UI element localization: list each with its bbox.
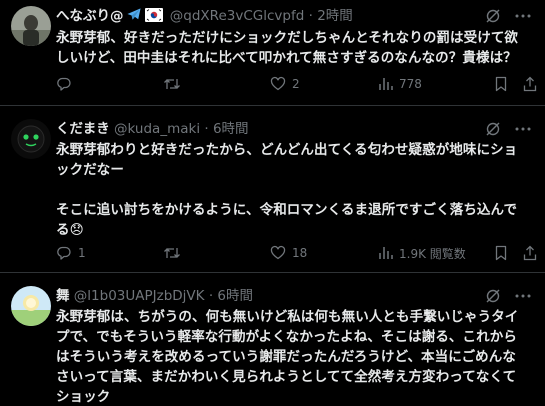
post-text-segment: 永野芽郁 <box>56 309 111 325</box>
post-text-line: ショック <box>56 387 535 406</box>
like-button[interactable]: 18 <box>270 243 307 263</box>
post-text-segment: る <box>56 222 70 238</box>
bookmark-button[interactable] <box>494 74 508 94</box>
share-button[interactable] <box>522 74 538 94</box>
post-text-segment: だしちゃんとそれなりの罰は受けて欲 <box>287 30 519 46</box>
reply-button[interactable] <box>56 74 78 94</box>
reply-icon <box>57 246 71 260</box>
reply-icon <box>57 77 71 91</box>
post-text-line: 永野芽郁、好きだっただけにショックだしちゃんとそれなりの罰は受けて欲 <box>56 28 535 48</box>
grok-icon[interactable] <box>483 6 503 26</box>
airplane-icon <box>126 8 141 20</box>
more-options-icon[interactable] <box>513 286 533 306</box>
post-text-segment: しいけど、田中圭はそれに比べて叩かれて無さすぎるのなんなの？貴様は？ <box>56 50 517 66</box>
post-text-segment: はそういう考えを改めるっていう謝罪だったんだろうけど、本当にごめんな <box>56 349 516 365</box>
post-text-segment: 永野芽郁 <box>56 142 111 158</box>
bookmark-button[interactable] <box>494 243 508 263</box>
display-name[interactable]: へなぶり@ <box>56 8 124 24</box>
post-text-segment: ック <box>56 162 84 178</box>
post-text-segment: 、好きだっただけに <box>110 30 233 46</box>
post-header: へなぶり@ @qdXRe3vCGlcvpfd · 2時間 <box>56 7 485 27</box>
post-time[interactable]: 6時間 <box>217 288 253 304</box>
separator-dot: · <box>308 8 313 24</box>
post-text-line: そこに追い討ちをかけるように、令和ロマンくるま退所ですごく落ち込んで <box>56 200 535 220</box>
like-button[interactable]: 2 <box>270 74 300 94</box>
views-count: 1.9K 閲覧数 <box>399 246 466 261</box>
post-text-line: る😞 <box>56 220 535 240</box>
post-text-segment: ショック <box>232 30 288 46</box>
post-text-segment: だなー <box>83 162 125 178</box>
post-time[interactable]: 6時間 <box>213 121 249 137</box>
bookmark-icon <box>495 76 507 92</box>
views-icon <box>379 78 393 90</box>
post-text: 永野芽郁は、ちがうの、何も無いけど私は何も無い人とも手繋いじゃうタイプで、でもそ… <box>56 307 535 406</box>
display-name[interactable]: 舞 <box>56 288 70 304</box>
more-options-icon[interactable] <box>513 6 533 26</box>
post-text-line: はそういう考えを改めるっていう謝罪だったんだろうけど、本当にごめんな <box>56 347 535 367</box>
retweet-icon <box>164 79 180 89</box>
post-text-segment: ショック <box>56 389 111 405</box>
post-text-segment: ショ <box>490 142 518 158</box>
post-text-line: ックだなー <box>56 160 535 180</box>
post-text-segment: わりと好きだったから、どんどん出てくる匂わせ疑惑が地味に <box>110 142 491 158</box>
post-2[interactable]: くだまき @kuda_maki · 6時間 永野芽郁わりと好きだったから、どんど… <box>0 107 545 273</box>
user-handle[interactable]: @kuda_maki <box>114 121 200 137</box>
post-text-segment: は、ちがうの、何も無いけど私は何も無い人とも手繋いじゃうタイ <box>110 309 519 325</box>
grok-icon[interactable] <box>483 119 503 139</box>
views-icon <box>379 247 393 259</box>
kr-flag-icon <box>144 8 163 22</box>
emoji-icons <box>126 7 163 27</box>
avatar[interactable] <box>11 119 51 159</box>
post-3[interactable]: 舞 @l1b03UAPJzbDjVK · 6時間 永野芽郁は、ちがうの、何も無い… <box>0 274 545 406</box>
action-bar: 2 778 <box>56 74 537 94</box>
post-time[interactable]: 2時間 <box>317 8 353 24</box>
retweet-button[interactable] <box>163 74 187 94</box>
retweet-button[interactable] <box>163 243 187 263</box>
avatar[interactable] <box>11 286 51 326</box>
heart-icon <box>270 76 286 91</box>
post-text-line: 永野芽郁わりと好きだったから、どんどん出てくる匂わせ疑惑が地味にショ <box>56 140 535 160</box>
views-button[interactable]: 1.9K 閲覧数 <box>377 243 466 263</box>
share-icon <box>523 76 537 92</box>
post-header: くだまき @kuda_maki · 6時間 <box>56 120 485 138</box>
grok-icon[interactable] <box>483 286 503 306</box>
more-options-icon[interactable] <box>513 119 533 139</box>
avatar[interactable] <box>11 6 51 46</box>
post-text-line: さいって言葉、まだかわいく見られようとしてて全然考え方変わってなくて <box>56 367 535 387</box>
disappointed-face-emoji: 😞 <box>69 222 84 238</box>
views-button[interactable]: 778 <box>377 74 422 94</box>
post-text-segment: そこに追い討ちをかけるように、令和ロマンくるま退所ですごく落ち込んで <box>56 202 518 218</box>
timeline-feed: へなぶり@ @qdXRe3vCGlcvpfd · 2時間 永野芽郁、好きだっただ… <box>0 0 545 406</box>
post-text: 永野芽郁わりと好きだったから、どんどん出てくる匂わせ疑惑が地味にショ ックだなー … <box>56 140 535 240</box>
post-text-segment: 永野芽郁 <box>56 30 111 46</box>
post-text-segment: プで、でもそういう軽率な行動がよくなかったよね、そこは謝る、これから <box>56 329 517 345</box>
user-handle[interactable]: @qdXRe3vCGlcvpfd <box>170 8 305 24</box>
reply-count: 1 <box>78 246 86 260</box>
post-text: 永野芽郁、好きだっただけにショックだしちゃんとそれなりの罰は受けて欲しいけど、田… <box>56 28 535 68</box>
post-text-line: 永野芽郁は、ちがうの、何も無いけど私は何も無い人とも手繋いじゃうタイ <box>56 307 535 327</box>
post-text-line: しいけど、田中圭はそれに比べて叩かれて無さすぎるのなんなの？貴様は？ <box>56 48 535 68</box>
like-count: 18 <box>292 246 308 260</box>
post-header: 舞 @l1b03UAPJzbDjVK · 6時間 <box>56 287 485 305</box>
separator-dot: · <box>204 121 209 137</box>
display-name[interactable]: くだまき <box>56 121 110 137</box>
bookmark-icon <box>495 245 507 261</box>
reply-button[interactable]: 1 <box>56 243 86 263</box>
retweet-icon <box>164 248 180 258</box>
share-icon <box>523 245 537 261</box>
like-count: 2 <box>292 77 300 91</box>
post-text-line: プで、でもそういう軽率な行動がよくなかったよね、そこは謝る、これから <box>56 327 535 347</box>
views-count: 778 <box>399 77 422 91</box>
user-handle[interactable]: @l1b03UAPJzbDjVK <box>74 288 205 304</box>
separator-dot: · <box>208 288 214 304</box>
post-text-line <box>56 180 535 200</box>
heart-icon <box>270 245 286 260</box>
action-bar: 1 18 1.9K 閲覧数 <box>56 243 537 263</box>
share-button[interactable] <box>522 243 538 263</box>
post-1[interactable]: へなぶり@ @qdXRe3vCGlcvpfd · 2時間 永野芽郁、好きだっただ… <box>0 0 545 106</box>
post-text-segment: さいって言葉、まだかわいく見られようとしてて全然考え方変わってなくて <box>56 369 517 385</box>
